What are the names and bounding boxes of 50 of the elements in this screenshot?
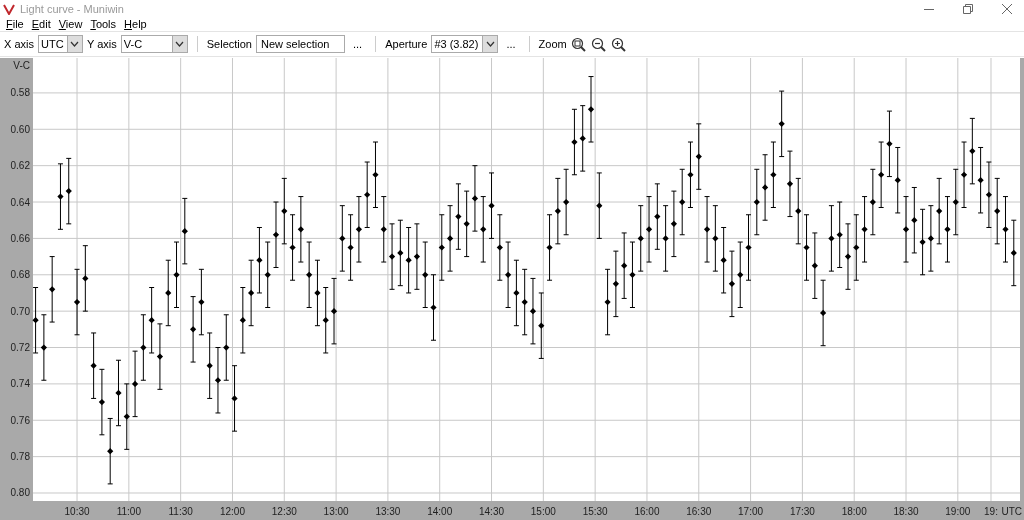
menu-item[interactable]: Edit [27, 18, 55, 31]
tick-label: 15:30 [582, 506, 608, 517]
field-label: Selection [206, 38, 252, 50]
tick-label: 0.62 [10, 160, 30, 172]
tick-label: 17:30 [789, 506, 815, 517]
tick-label: 14:30 [479, 506, 505, 517]
menu-item[interactable]: Help [120, 18, 151, 31]
tick-label: 14:00 [427, 506, 453, 517]
tick-label: 18:00 [841, 506, 867, 517]
menu-item[interactable]: File [2, 18, 28, 31]
axis-label: V-C [13, 60, 30, 71]
tick-label: 19: [984, 506, 998, 517]
tick-label: 12:30 [271, 506, 297, 517]
tick-label: 0.78 [10, 451, 30, 463]
tick-label: 0.74 [10, 378, 30, 390]
axis-label: UTC [1001, 506, 1022, 517]
tick-label: 0.70 [10, 305, 30, 317]
dropdown[interactable]: V-C [120, 35, 188, 53]
tick-label: 13:30 [375, 506, 401, 517]
tick-label: 10:30 [64, 506, 90, 517]
tick-label: 16:30 [686, 506, 712, 517]
tick-label: 18:30 [893, 506, 919, 517]
tick-label: 11:00 [116, 506, 141, 517]
menu-item[interactable]: View [54, 18, 87, 31]
tick-label: 0.60 [10, 123, 30, 135]
more-button[interactable]: ... [502, 38, 520, 50]
field-label: Aperture [385, 38, 428, 50]
tick-label: 17:00 [738, 506, 764, 517]
more-button[interactable]: ... [349, 38, 367, 50]
tick-label: 15:00 [530, 506, 556, 517]
dropdown[interactable]: #3 (3.82) [431, 35, 499, 53]
tick-label: 0.58 [10, 87, 30, 99]
tick-label: 0.68 [10, 269, 30, 281]
tick-label: 0.64 [10, 196, 30, 208]
tick-label: 13:00 [323, 506, 349, 517]
dropdown[interactable]: UTC [37, 35, 83, 53]
tick-label: 12:00 [219, 506, 245, 517]
tick-label: 19:00 [945, 506, 971, 517]
selection-field[interactable]: New selection [256, 35, 345, 53]
window-title: Light curve - Muniwin [20, 3, 124, 15]
tick-label: 0.72 [10, 342, 30, 353]
field-label: Y axis [86, 38, 117, 50]
menu-item[interactable]: Tools [86, 18, 121, 31]
tick-label: 11:30 [168, 506, 193, 517]
field-label: Zoom [538, 38, 567, 50]
tick-label: 16:00 [634, 506, 660, 517]
tick-label: 0.80 [10, 487, 30, 499]
field-label: X axis [4, 38, 34, 50]
tick-label: 0.66 [10, 232, 30, 244]
tick-label: 0.76 [10, 414, 30, 426]
